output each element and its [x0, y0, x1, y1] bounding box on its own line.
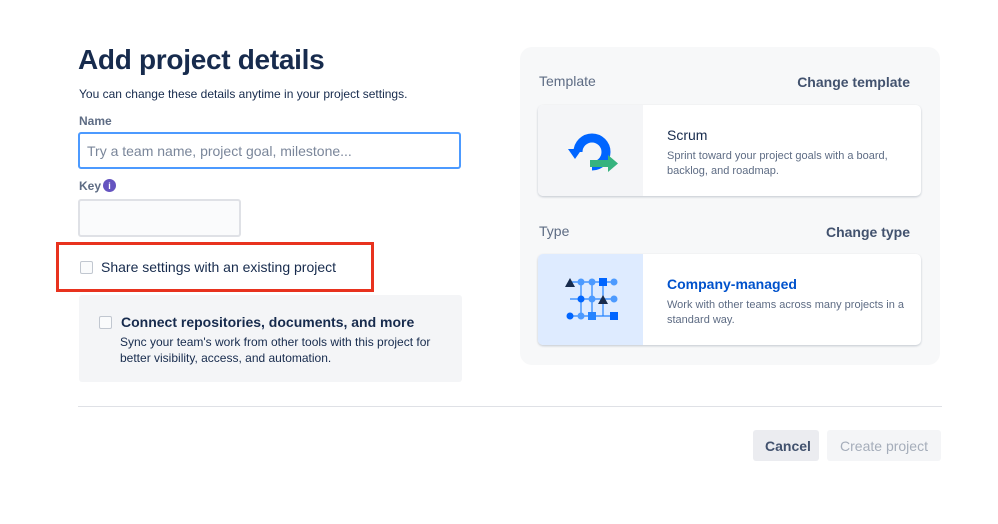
connect-title[interactable]: Connect repositories, documents, and mor…	[121, 314, 414, 330]
share-settings-checkbox[interactable]	[80, 261, 93, 274]
type-card-title: Company-managed	[667, 276, 797, 292]
template-card-description: Sprint toward your project goals with a …	[667, 150, 888, 177]
name-label: Name	[79, 114, 112, 128]
type-card-description: Work with other teams across many projec…	[667, 299, 904, 326]
type-section-label: Type	[539, 223, 570, 239]
share-settings-label[interactable]: Share settings with an existing project	[101, 259, 336, 275]
connect-checkbox[interactable]	[99, 316, 112, 329]
footer-divider	[78, 406, 942, 407]
page-title: Add project details	[78, 44, 325, 75]
type-card-company-managed[interactable]: Company-managed Work with other teams ac…	[538, 254, 921, 345]
name-input[interactable]	[78, 132, 461, 169]
cancel-button[interactable]: Cancel	[753, 430, 819, 461]
key-label: Key	[79, 179, 102, 193]
template-card-scrum[interactable]: Scrum Sprint toward your project goals w…	[538, 105, 921, 196]
change-type-link[interactable]: Change type	[826, 224, 910, 240]
info-icon[interactable]: i	[103, 179, 116, 192]
connect-description: Sync your team's work from other tools w…	[120, 335, 431, 365]
change-template-link[interactable]: Change template	[797, 74, 910, 90]
template-section-label: Template	[539, 73, 596, 89]
key-input[interactable]	[78, 199, 241, 237]
template-card-title: Scrum	[667, 127, 708, 143]
scrum-cycle-icon	[538, 105, 643, 196]
create-project-button[interactable]: Create project	[827, 430, 941, 461]
page-subtitle: You can change these details anytime in …	[79, 87, 408, 101]
company-managed-icon	[538, 254, 643, 345]
